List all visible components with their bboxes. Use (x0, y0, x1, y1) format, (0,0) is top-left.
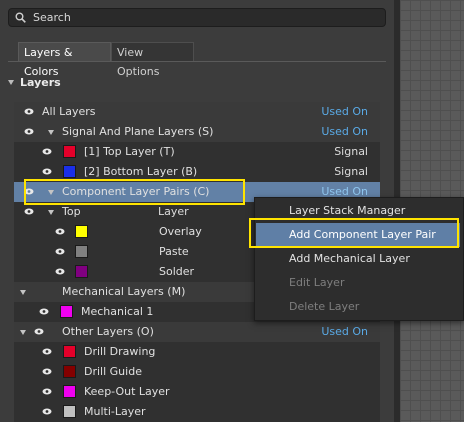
visibility-eye-icon[interactable] (55, 228, 65, 235)
layer-color-swatch[interactable] (63, 365, 76, 378)
row-label: Keep-Out Layer (84, 385, 170, 398)
row-label: Drill Guide (84, 365, 142, 378)
row-top-layer[interactable]: [1] Top Layer (T) Signal (14, 142, 380, 162)
layer-color-swatch[interactable] (63, 385, 76, 398)
visibility-eye-icon[interactable] (39, 308, 49, 315)
layer-color-swatch[interactable] (75, 225, 88, 238)
used-on-link[interactable]: Used On (321, 325, 368, 338)
section-title: Layers (20, 76, 61, 89)
row-drill-guide[interactable]: Drill Guide (14, 362, 380, 382)
visibility-eye-icon[interactable] (55, 248, 65, 255)
visibility-eye-icon[interactable] (42, 388, 52, 395)
menu-item-delete-layer: Delete Layer (289, 300, 360, 313)
tab-view-options[interactable]: View Options (111, 42, 194, 78)
layer-color-swatch[interactable] (63, 345, 76, 358)
row-signal-plane-layers[interactable]: Signal And Plane Layers (S) Used On (14, 122, 380, 142)
layer-color-swatch[interactable] (63, 165, 76, 178)
visibility-eye-icon[interactable] (42, 348, 52, 355)
visibility-eye-icon[interactable] (34, 328, 44, 335)
row-label: All Layers (42, 105, 96, 118)
visibility-eye-icon[interactable] (42, 168, 52, 175)
row-other-layers[interactable]: Other Layers (O) Used On (14, 322, 380, 342)
row-keep-out-layer[interactable]: Keep-Out Layer (14, 382, 380, 402)
row-multi-layer[interactable]: Multi-Layer (14, 402, 380, 422)
layer-color-swatch[interactable] (63, 145, 76, 158)
expand-arrow-icon[interactable] (48, 130, 54, 135)
layers-section-header[interactable]: Layers (8, 76, 61, 89)
row-all-layers[interactable]: All Layers Used On (14, 102, 380, 122)
row-drill-drawing[interactable]: Drill Drawing (14, 342, 380, 362)
row-label: Signal And Plane Layers (S) (62, 125, 214, 138)
search-icon (15, 12, 26, 23)
layer-color-swatch[interactable] (60, 305, 73, 318)
layer-type: Signal (334, 145, 368, 158)
row-label: Other Layers (O) (62, 325, 154, 338)
row-label: Mechanical Layers (M) (62, 285, 186, 298)
used-on-link[interactable]: Used On (321, 125, 368, 138)
visibility-eye-icon[interactable] (24, 128, 34, 135)
collapse-triangle-icon (8, 80, 14, 85)
used-on-link[interactable]: Used On (321, 105, 368, 118)
row-label: Top (62, 205, 81, 218)
layer-color-swatch[interactable] (75, 265, 88, 278)
menu-item-edit-layer: Edit Layer (289, 276, 345, 289)
visibility-eye-icon[interactable] (42, 368, 52, 375)
visibility-eye-icon[interactable] (24, 108, 34, 115)
tab-layers-colors[interactable]: Layers & Colors (18, 42, 111, 78)
row-label: Paste (159, 245, 189, 258)
row-label: Overlay (159, 225, 202, 238)
tab-divider (8, 61, 386, 62)
visibility-eye-icon[interactable] (42, 408, 52, 415)
row-label: [2] Bottom Layer (B) (84, 165, 198, 178)
context-menu: Layer Stack Manager Add Component Layer … (254, 197, 464, 321)
expand-arrow-icon[interactable] (20, 330, 26, 335)
visibility-eye-icon[interactable] (55, 268, 65, 275)
row-label: Mechanical 1 (81, 305, 154, 318)
callout-highlight-add-component-layer-pair (249, 218, 459, 248)
row-label: Drill Drawing (84, 345, 156, 358)
row-label: Solder (159, 265, 195, 278)
layer-color-swatch[interactable] (75, 245, 88, 258)
visibility-eye-icon[interactable] (24, 208, 34, 215)
search-placeholder: Search (33, 11, 71, 24)
visibility-eye-icon[interactable] (42, 148, 52, 155)
expand-arrow-icon[interactable] (20, 290, 26, 295)
search-input[interactable]: Search (8, 8, 386, 27)
menu-item-add-mechanical-layer[interactable]: Add Mechanical Layer (256, 247, 460, 271)
callout-highlight-component-layer-pairs (24, 179, 245, 205)
expand-arrow-icon[interactable] (48, 210, 54, 215)
column-header-layer: Layer (158, 205, 189, 218)
layer-color-swatch[interactable] (63, 405, 76, 418)
row-label: Multi-Layer (84, 405, 146, 418)
row-label: [1] Top Layer (T) (84, 145, 175, 158)
layer-type: Signal (334, 165, 368, 178)
